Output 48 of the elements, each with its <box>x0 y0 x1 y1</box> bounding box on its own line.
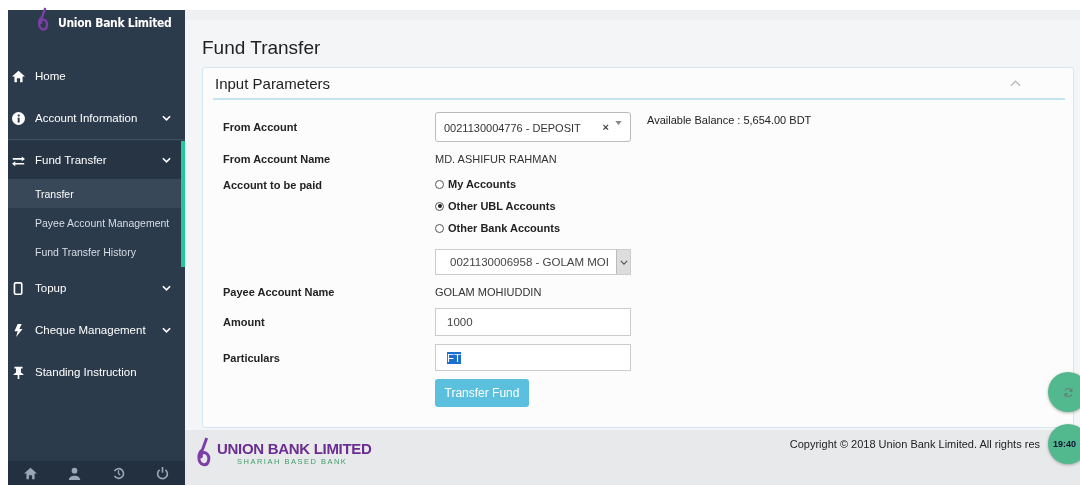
user-icon[interactable] <box>67 466 81 480</box>
nav-item[interactable]: Standing Instruction <box>8 351 185 393</box>
phone-icon <box>12 281 25 295</box>
available-balance: Available Balance : 5,654.00 BDT <box>647 114 812 126</box>
submenu-item[interactable]: Transfer <box>8 179 181 208</box>
caret-down-icon[interactable] <box>615 121 622 125</box>
submenu-item[interactable]: Payee Account Management <box>8 208 181 237</box>
home-icon <box>12 69 25 83</box>
submenu-item[interactable]: Fund Transfer History <box>8 237 181 266</box>
history-icon[interactable] <box>112 466 126 480</box>
panel-title: Input Parameters <box>215 74 331 92</box>
chevron-down-icon <box>162 285 171 291</box>
payee-account-select[interactable]: 0021130006958 - GOLAM MOI <box>435 249 631 275</box>
field-label: From Account <box>223 121 299 133</box>
bolt-icon <box>12 323 25 337</box>
page-title: Fund Transfer <box>202 37 322 59</box>
field-value: MD. ASHIFUR RAHMAN <box>435 153 557 165</box>
radio-button[interactable] <box>435 201 444 211</box>
power-icon[interactable] <box>156 466 170 480</box>
pin-icon <box>12 365 25 379</box>
particulars-field[interactable]: FT <box>435 344 631 371</box>
chevron-down-icon <box>162 115 171 121</box>
from-account-select[interactable]: 0021130004776 - DEPOSIT × <box>435 112 631 142</box>
nav-item[interactable]: Home <box>8 55 185 97</box>
refresh-icon <box>1062 386 1074 398</box>
logo-text: Union Bank Limited <box>58 16 172 30</box>
nav-item[interactable]: Fund Transfer <box>8 141 185 179</box>
chevron-down-icon <box>162 157 171 163</box>
nav-item[interactable]: Topup <box>8 267 185 309</box>
nav-item[interactable]: Cheque Management <box>8 309 185 351</box>
radio-button[interactable] <box>435 223 444 233</box>
copyright-text: Copyright © 2018 Union Bank Limited. All rights res <box>789 438 1040 450</box>
info-icon <box>12 111 25 125</box>
field-label: Account to be paid <box>223 179 323 191</box>
field-label: Payee Account Name <box>223 286 336 298</box>
field-value: GOLAM MOHIUDDIN <box>435 286 542 298</box>
home-icon[interactable] <box>23 466 37 480</box>
logo-text: UNION BANK LIMITED <box>217 440 372 457</box>
chevron-down-icon[interactable] <box>619 259 628 265</box>
chevron-down-icon <box>162 327 171 333</box>
amount-field[interactable]: 1000 <box>435 308 631 336</box>
radio-option[interactable]: My Accounts <box>435 173 561 195</box>
field-label: Amount <box>223 316 266 328</box>
radio-option[interactable]: Other Bank Accounts <box>435 217 561 239</box>
field-label: Particulars <box>223 351 281 364</box>
radio-button[interactable] <box>435 179 444 189</box>
radio-option[interactable]: Other UBL Accounts <box>435 195 561 217</box>
field-label: From Account Name <box>223 153 332 165</box>
